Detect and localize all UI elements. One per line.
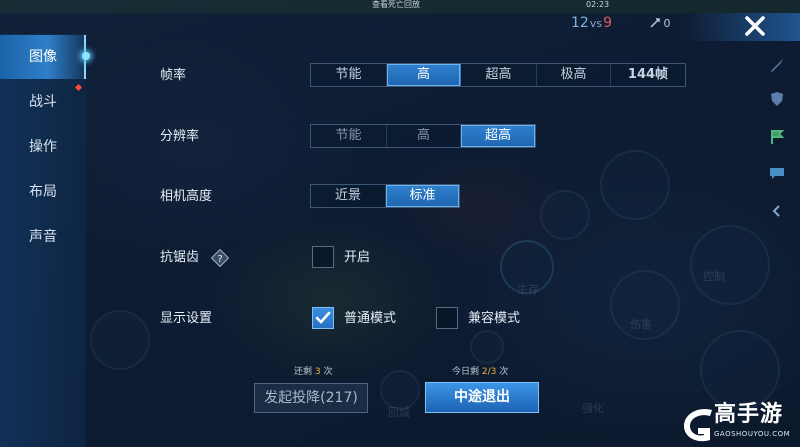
kill-count-value: 0 <box>663 17 671 30</box>
sidebar-item-label: 布局 <box>29 184 57 200</box>
surrender-hint-suffix: 次 <box>323 367 333 377</box>
sidebar-item-label: 战斗 <box>29 94 57 110</box>
surrender-hint-prefix: 还剩 <box>294 367 313 377</box>
resolution-label: 分辨率 <box>160 129 200 144</box>
resolution-option-ultra[interactable]: 超高 <box>461 125 535 147</box>
watermark-url: GAOSHOUYOU.COM <box>714 430 791 438</box>
exit-hint-suffix: 次 <box>499 367 509 377</box>
chat-icon <box>770 168 784 179</box>
chevron-left-icon <box>772 205 780 217</box>
exit-hint-prefix: 今日剩 <box>452 367 480 377</box>
active-tab-indicator <box>82 52 90 60</box>
sidebar-item-sound[interactable]: 声音 <box>0 215 86 259</box>
display-settings-label: 显示设置 <box>160 311 213 326</box>
sidebar-item-combat[interactable]: 战斗 <box>0 80 86 124</box>
svg-text:?: ? <box>217 254 222 265</box>
camera-option-close[interactable]: 近景 <box>311 185 386 207</box>
compat-mode-label: 兼容模式 <box>468 311 521 326</box>
watermark-brand: 高手游 <box>714 402 784 427</box>
vs-label: vs <box>589 17 603 30</box>
sword-icon <box>771 59 783 72</box>
team-score: 12vs9 <box>571 15 612 31</box>
resolution-selector: 节能 高 超高 <box>310 124 536 148</box>
death-replay-caption: 查看死亡回放 <box>372 0 420 9</box>
frame-rate-option-extreme[interactable]: 极高 <box>537 64 611 86</box>
surrender-remaining-hint: 还剩 3 次 <box>294 367 333 378</box>
flag-icon <box>771 130 785 144</box>
sidebar-item-label: 操作 <box>29 139 57 155</box>
frame-rate-option-eco[interactable]: 节能 <box>311 64 387 86</box>
frame-rate-option-ultra[interactable]: 超高 <box>461 64 537 86</box>
blue-score: 12 <box>571 15 589 31</box>
resolution-option-eco[interactable]: 节能 <box>311 125 387 147</box>
match-clock: 02:23 <box>586 0 610 9</box>
exit-match-button[interactable]: 中途退出 <box>425 382 539 413</box>
antialiasing-checkbox-label: 开启 <box>344 250 371 265</box>
compat-mode-checkbox[interactable] <box>436 307 458 329</box>
normal-mode-label: 普通模式 <box>344 311 397 326</box>
resolution-option-high[interactable]: 高 <box>387 125 461 147</box>
camera-height-selector: 近景 标准 <box>310 184 460 208</box>
exit-hint-count: 2/3 <box>481 367 497 377</box>
surrender-button[interactable]: 发起投降(217) <box>254 383 368 413</box>
sidebar-item-layout[interactable]: 布局 <box>0 170 86 214</box>
sidebar-item-controls[interactable]: 操作 <box>0 125 86 169</box>
sidebar-item-graphics[interactable]: 图像 <box>0 35 86 79</box>
shield-icon <box>771 92 783 106</box>
settings-sidebar: 图像 战斗 操作 布局 声音 <box>0 34 86 447</box>
close-icon <box>745 16 765 36</box>
red-score: 9 <box>603 15 612 31</box>
exit-remaining-hint: 今日剩 2/3 次 <box>452 367 508 378</box>
camera-option-standard[interactable]: 标准 <box>386 185 459 207</box>
normal-mode-checkbox[interactable] <box>312 307 334 329</box>
close-button[interactable] <box>733 11 777 41</box>
kill-icon <box>650 18 660 28</box>
frame-rate-option-high[interactable]: 高 <box>387 64 461 86</box>
sidebar-item-label: 声音 <box>29 229 57 245</box>
antialiasing-label: 抗锯齿 <box>160 250 200 265</box>
frame-rate-selector: 节能 高 超高 极高 144帧 <box>310 63 686 87</box>
frame-rate-label: 帧率 <box>160 68 187 83</box>
frame-rate-option-144[interactable]: 144帧 <box>611 64 685 86</box>
help-icon[interactable]: ? <box>211 249 229 267</box>
surrender-hint-count: 3 <box>314 367 321 377</box>
sidebar-item-label: 图像 <box>29 49 57 65</box>
camera-height-label: 相机高度 <box>160 189 213 204</box>
antialiasing-checkbox[interactable] <box>312 246 334 268</box>
kill-count: 0 <box>650 17 671 30</box>
check-icon <box>315 311 331 324</box>
